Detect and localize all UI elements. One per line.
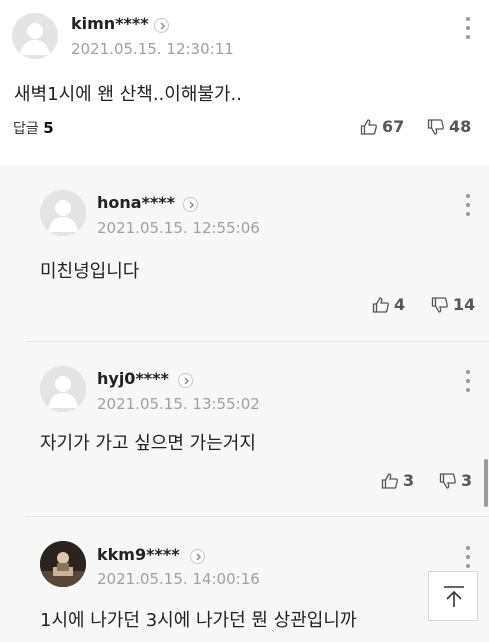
dislike-button[interactable]: 48 [427, 117, 471, 136]
reply-toggle-button[interactable]: 답글 5 [13, 118, 54, 138]
profile-chevron-icon[interactable] [154, 18, 169, 33]
reply-list: hona**** 2021.05.15. 12:55:06 미친녕입니다 4 1… [0, 165, 489, 642]
timestamp: 2021.05.15. 13:55:02 [97, 395, 260, 413]
reply-count: 5 [43, 119, 54, 137]
avatar[interactable] [40, 190, 86, 236]
comment-text: 자기가 가고 싶으면 가는거지 [40, 433, 256, 454]
username[interactable]: hona**** [97, 193, 175, 212]
like-count: 4 [394, 295, 406, 314]
thumbs-up-icon [360, 118, 377, 135]
default-avatar-icon [12, 13, 58, 59]
like-count: 3 [403, 471, 415, 490]
scrollbar[interactable] [484, 459, 488, 507]
reply-label: 답글 [13, 121, 39, 137]
dislike-count: 3 [461, 471, 473, 490]
dislike-count: 14 [453, 295, 476, 314]
like-button[interactable]: 4 [372, 295, 405, 314]
thumbs-up-icon [381, 472, 398, 489]
default-avatar-icon [40, 366, 86, 412]
username[interactable]: hyj0**** [97, 369, 169, 388]
more-icon[interactable] [458, 545, 478, 569]
arrow-up-to-top-icon [444, 586, 464, 607]
more-icon[interactable] [458, 369, 478, 393]
avatar[interactable] [12, 13, 58, 59]
like-button[interactable]: 3 [381, 471, 414, 490]
divider [25, 516, 489, 517]
thumbs-down-icon [439, 472, 456, 489]
dislike-button[interactable]: 14 [431, 295, 475, 314]
more-icon[interactable] [458, 16, 478, 40]
more-icon[interactable] [458, 193, 478, 217]
dislike-count: 48 [449, 117, 472, 136]
thumbs-down-icon [431, 296, 448, 313]
avatar[interactable] [40, 366, 86, 412]
default-avatar-icon [40, 190, 86, 236]
dislike-button[interactable]: 3 [439, 471, 472, 490]
profile-chevron-icon[interactable] [190, 549, 205, 564]
comment-text: 1시에 나가던 3시에 나가던 뭔 상관입니까 [40, 610, 357, 631]
timestamp: 2021.05.15. 14:00:16 [97, 570, 260, 588]
avatar[interactable] [40, 541, 86, 587]
profile-chevron-icon[interactable] [178, 373, 193, 388]
like-button[interactable]: 67 [360, 117, 404, 136]
profile-chevron-icon[interactable] [183, 197, 198, 212]
like-count: 67 [382, 117, 405, 136]
profile-photo-icon [40, 541, 86, 587]
divider [25, 341, 489, 342]
thumbs-down-icon [427, 118, 444, 135]
username[interactable]: kkm9**** [97, 545, 180, 564]
timestamp: 2021.05.15. 12:30:11 [71, 40, 234, 58]
timestamp: 2021.05.15. 12:55:06 [97, 219, 260, 237]
main-comment: kimn**** 2021.05.15. 12:30:11 새벽1시에 왠 산책… [0, 0, 489, 165]
comment-text: 미친녕입니다 [40, 261, 140, 282]
comment-text: 새벽1시에 왠 산책..이해불가.. [14, 84, 242, 105]
scroll-to-top-button[interactable] [428, 571, 478, 621]
thumbs-up-icon [372, 296, 389, 313]
username[interactable]: kimn**** [71, 14, 149, 33]
